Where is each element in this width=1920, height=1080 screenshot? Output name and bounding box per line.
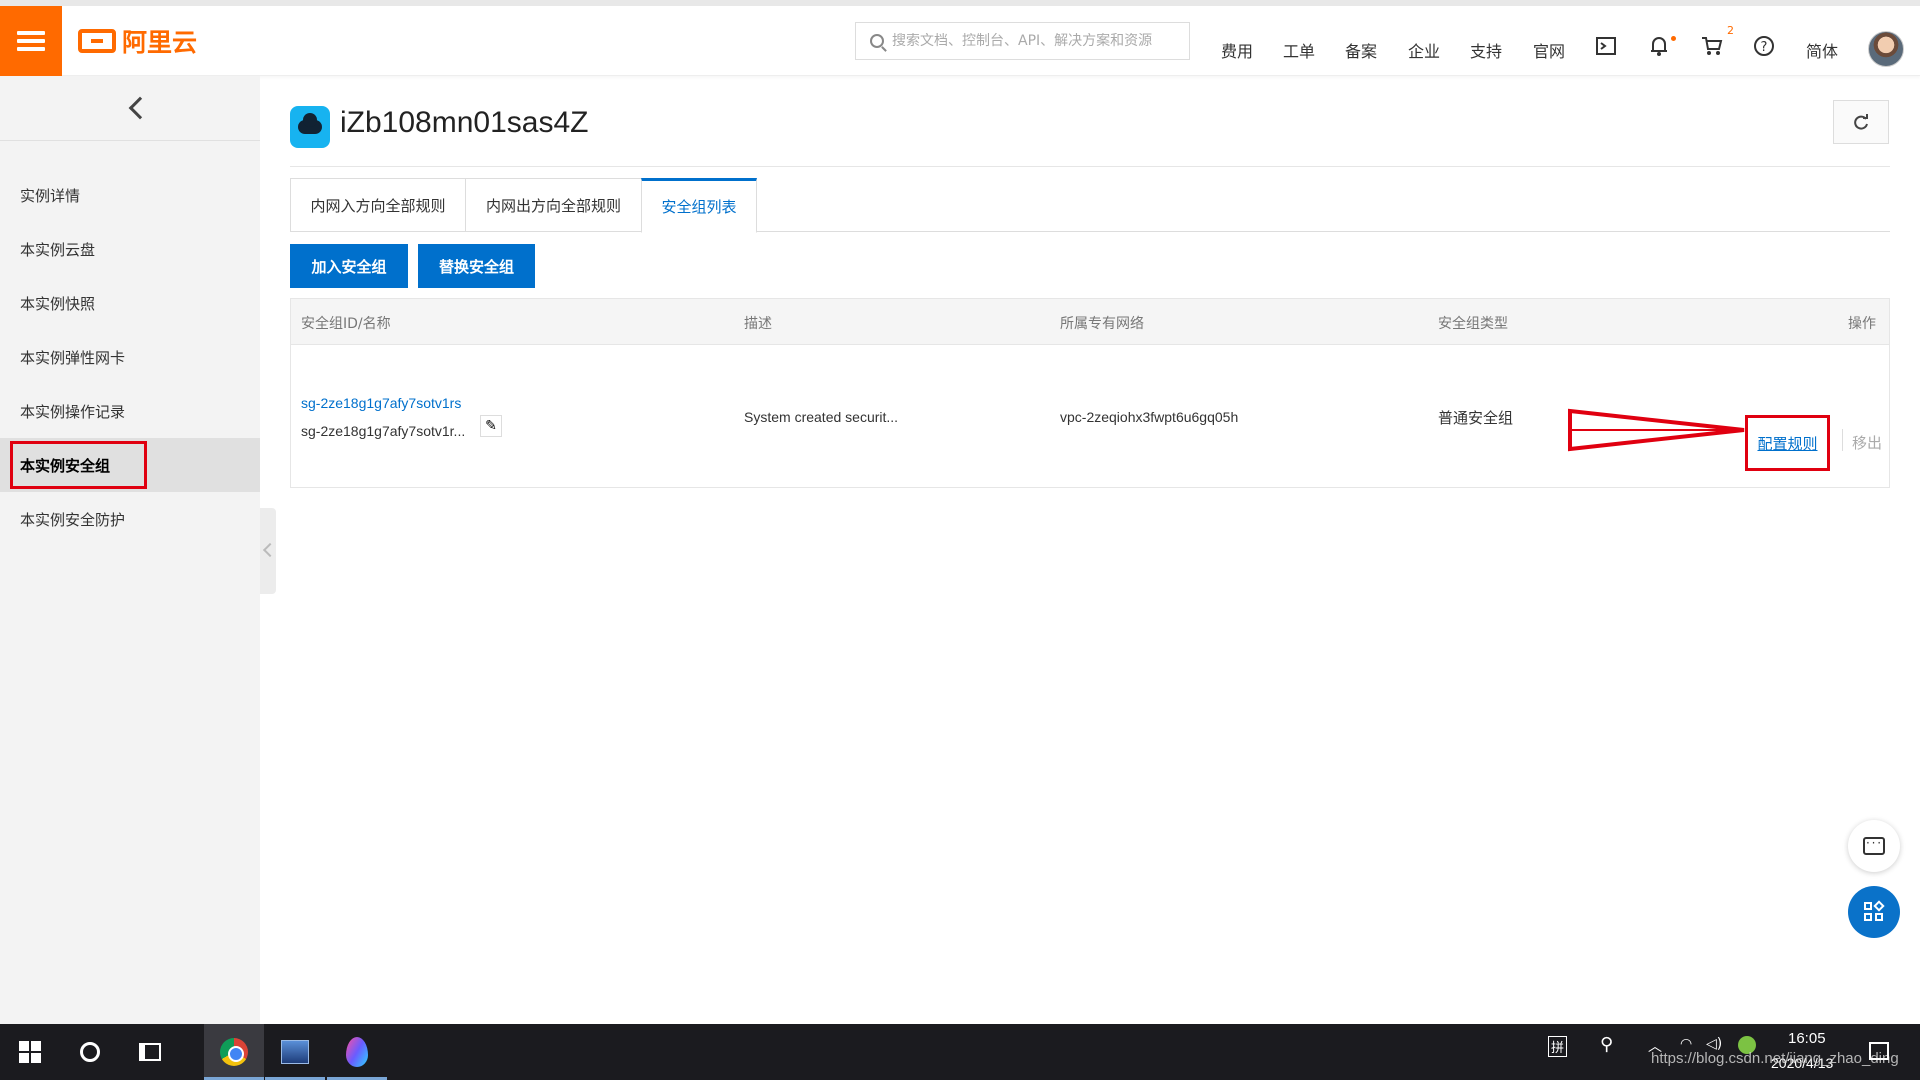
security-group-type: 普通安全组: [1438, 409, 1514, 427]
chrome-icon: [220, 1038, 248, 1066]
nav-official-site[interactable]: 官网: [1533, 38, 1565, 62]
sidebar-item-eni[interactable]: 本实例弹性网卡: [0, 330, 260, 384]
top-bar: 阿里云 费用 工单 备案 企业 支持 官网 2 ? 简体: [0, 0, 1920, 76]
table-header: 安全组ID/名称 描述 所属专有网络 安全组类型 操作: [291, 299, 1889, 345]
sidebar-item-security-protection[interactable]: 本实例安全防护: [0, 492, 260, 546]
aliyun-logo-icon: [78, 29, 116, 53]
notification-dot: [1671, 36, 1676, 41]
cart-badge: 2: [1727, 24, 1734, 37]
user-avatar[interactable]: [1868, 31, 1904, 67]
chevron-left-icon: [128, 96, 152, 120]
windows-logo-icon: [19, 1041, 41, 1063]
page-title: iZb108mn01sas4Z: [340, 106, 589, 139]
start-button[interactable]: [0, 1024, 60, 1080]
search-input[interactable]: [892, 33, 1182, 49]
column-header-vpc: 所属专有网络: [1060, 316, 1144, 332]
quick-apps-button[interactable]: [1848, 886, 1900, 938]
help-icon[interactable]: ?: [1752, 34, 1776, 58]
svg-text:?: ?: [1761, 40, 1768, 55]
tab-label: 内网出方向全部规则: [485, 196, 621, 215]
terminal-icon[interactable]: [1594, 34, 1618, 58]
column-header-actions: 操作: [1848, 316, 1876, 332]
hamburger-menu-button[interactable]: [0, 6, 62, 76]
action-center-icon[interactable]: [1869, 1042, 1889, 1060]
language-switch[interactable]: 简体: [1806, 38, 1838, 62]
ime-indicator[interactable]: 拼: [1548, 1036, 1568, 1057]
tab-bar: 内网入方向全部规则 内网出方向全部规则 安全组列表: [290, 178, 1890, 233]
remove-link[interactable]: 移出: [1852, 432, 1882, 453]
security-group-description: System created securit...: [744, 409, 899, 425]
menu-icon: [17, 27, 45, 55]
configure-rules-label: 配置规则: [1757, 434, 1818, 453]
edit-name-icon[interactable]: ✎: [480, 415, 502, 437]
action-divider: [1842, 429, 1843, 451]
ecs-instance-icon: [290, 106, 330, 148]
remote-desktop-taskbar-button[interactable]: [265, 1024, 325, 1080]
task-view-button[interactable]: [120, 1024, 180, 1080]
chat-icon: [1863, 836, 1885, 855]
nav-support[interactable]: 支持: [1470, 38, 1502, 62]
windows-taskbar: 拼 ⚲ ︿ ◠ ◁): [0, 1024, 1920, 1080]
tab-outbound-rules[interactable]: 内网出方向全部规则: [465, 178, 642, 232]
task-view-icon: [139, 1043, 161, 1061]
nav-icp-filing[interactable]: 备案: [1345, 38, 1377, 62]
sidebar-item-operation-logs[interactable]: 本实例操作记录: [0, 384, 260, 438]
refresh-icon: [1854, 114, 1868, 130]
global-search[interactable]: [855, 22, 1190, 60]
remote-desktop-icon: [281, 1040, 309, 1064]
column-header-id-name: 安全组ID/名称: [301, 316, 391, 332]
column-header-description: 描述: [744, 316, 772, 332]
red-arrow-annotation: [1568, 408, 1745, 452]
replace-security-group-button[interactable]: 替换安全组: [418, 244, 535, 288]
sidebar-item-label: 本实例云盘: [20, 240, 96, 259]
tab-security-group-list[interactable]: 安全组列表: [641, 178, 757, 233]
paint3d-taskbar-button[interactable]: [327, 1024, 387, 1080]
sidebar-item-label: 本实例快照: [20, 294, 96, 313]
tab-label: 内网入方向全部规则: [310, 196, 446, 215]
refresh-button[interactable]: [1833, 100, 1889, 144]
tab-label: 安全组列表: [661, 198, 737, 216]
sidebar-item-instance-details[interactable]: 实例详情: [0, 168, 260, 222]
sidebar: 实例详情 本实例云盘 本实例快照 本实例弹性网卡 本实例操作记录 本实例安全组 …: [0, 76, 260, 1024]
security-group-vpc: vpc-2zeqiohx3fwpt6u6gq05h: [1060, 409, 1239, 425]
cortana-icon: [80, 1042, 100, 1062]
aliyun-logo[interactable]: 阿里云: [78, 24, 197, 58]
cortana-search-button[interactable]: [60, 1024, 120, 1080]
people-icon[interactable]: ⚲: [1600, 1034, 1613, 1055]
security-group-id-link[interactable]: sg-2ze18g1g7afy7sotv1rs: [301, 395, 461, 411]
nav-fees[interactable]: 费用: [1221, 38, 1253, 62]
join-security-group-button[interactable]: 加入安全组: [290, 244, 408, 288]
sidebar-item-label: 本实例安全防护: [20, 510, 126, 529]
red-highlight-box: [10, 441, 147, 489]
bell-icon[interactable]: [1647, 34, 1671, 58]
title-divider: [290, 166, 1890, 167]
sidebar-item-snapshots[interactable]: 本实例快照: [0, 276, 260, 330]
paint-icon: [346, 1037, 368, 1067]
nav-enterprise[interactable]: 企业: [1408, 38, 1440, 62]
sidebar-toggle-handle[interactable]: [260, 508, 276, 594]
search-icon: [870, 34, 884, 48]
clock-time[interactable]: 16:05: [1788, 1030, 1826, 1047]
logo-text: 阿里云: [122, 28, 198, 57]
sidebar-item-label: 实例详情: [20, 186, 81, 205]
nav-tickets[interactable]: 工单: [1283, 38, 1315, 62]
watermark-text: https://blog.csdn.net/jiang_zhao_ding: [1651, 1050, 1899, 1067]
sidebar-item-security-groups[interactable]: 本实例安全组: [0, 438, 260, 492]
security-group-table: 安全组ID/名称 描述 所属专有网络 安全组类型 操作 sg-2ze18g1g7…: [290, 298, 1890, 488]
column-header-type: 安全组类型: [1438, 316, 1508, 332]
sidebar-item-label: 本实例弹性网卡: [20, 348, 126, 367]
configure-rules-link[interactable]: 配置规则: [1745, 415, 1830, 471]
feedback-chat-button[interactable]: [1848, 820, 1900, 872]
sidebar-item-label: 本实例操作记录: [20, 402, 126, 421]
cart-icon[interactable]: [1700, 34, 1724, 58]
chrome-taskbar-button[interactable]: [204, 1024, 264, 1080]
sidebar-back-button[interactable]: [0, 76, 260, 141]
grid-icon: [1864, 900, 1885, 922]
security-group-name: sg-2ze18g1g7afy7sotv1r...: [301, 423, 466, 439]
sidebar-item-disks[interactable]: 本实例云盘: [0, 222, 260, 276]
tab-inbound-rules[interactable]: 内网入方向全部规则: [290, 178, 466, 232]
